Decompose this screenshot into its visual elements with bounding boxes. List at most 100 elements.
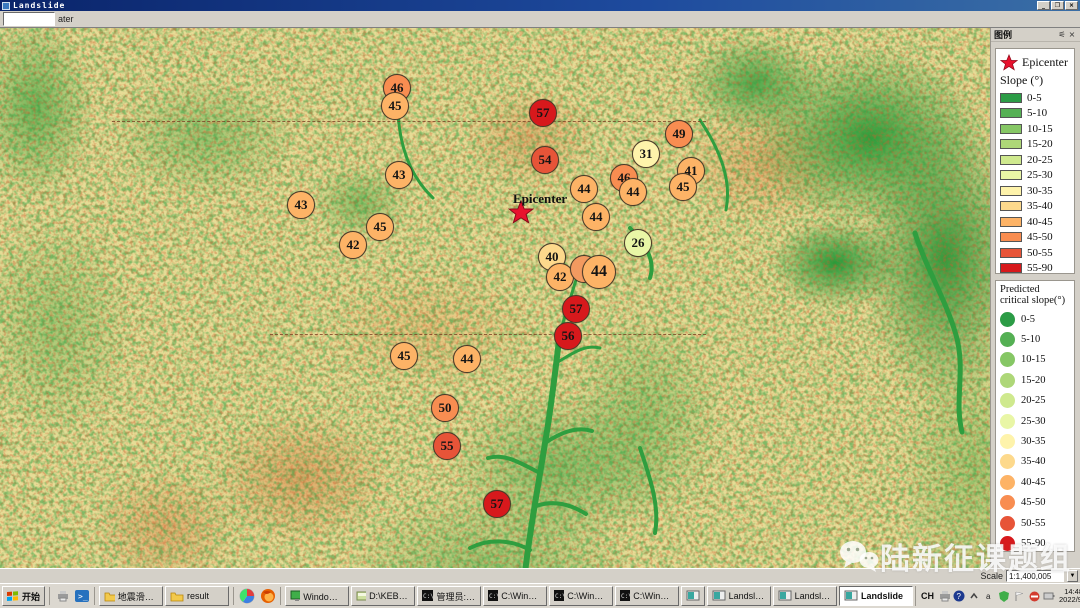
slope-point[interactable]: 57 — [562, 295, 590, 323]
legend-panel-titlebar[interactable]: 图例 ⚟ × — [991, 28, 1080, 42]
predicted-class-label: 15-20 — [1021, 375, 1046, 386]
predicted-color-circle — [1000, 373, 1015, 388]
slope-color-swatch — [1000, 93, 1022, 103]
start-button[interactable]: 开始 — [2, 586, 45, 606]
window-titlebar[interactable]: Landslide _ ❐ × — [0, 0, 1080, 11]
slope-legend-rows: 0-55-1010-1515-2020-2525-3030-3535-4040-… — [1000, 90, 1070, 276]
taskbar-button[interactable]: C:\C:\Windows... — [549, 586, 613, 606]
slope-point[interactable]: 31 — [632, 140, 660, 168]
predicted-legend-row: 0-5 — [1000, 309, 1070, 329]
taskbar-button[interactable]: 地震滑坡计... — [99, 586, 163, 606]
slope-point[interactable]: 44 — [582, 255, 616, 289]
clock[interactable]: 14:48 2022/9/5 — [1059, 588, 1080, 605]
taskbar-button[interactable]: C:\C:\Windows... — [615, 586, 679, 606]
slope-point[interactable]: 56 — [554, 322, 582, 350]
slope-legend-row: 15-20 — [1000, 137, 1070, 153]
taskbar-button[interactable]: Landslide — [839, 586, 913, 606]
slope-point[interactable]: 55 — [433, 432, 461, 460]
slope-point[interactable]: 44 — [570, 175, 598, 203]
slope-class-label: 10-15 — [1027, 123, 1053, 135]
slope-point[interactable]: 57 — [529, 99, 557, 127]
pin-icon[interactable]: ⚟ — [1057, 30, 1067, 39]
windows-flag-icon — [7, 591, 19, 602]
taskbar-icon-button[interactable] — [681, 586, 705, 606]
taskbar-separator — [280, 587, 281, 605]
predicted-legend-row: 5-10 — [1000, 329, 1070, 349]
battery-tray-icon[interactable] — [1043, 590, 1055, 602]
predicted-color-circle — [1000, 516, 1015, 531]
slope-point[interactable]: 44 — [619, 178, 647, 206]
close-button[interactable]: × — [1065, 1, 1078, 10]
printer-quicklaunch-icon[interactable] — [54, 588, 71, 605]
slope-color-swatch — [1000, 201, 1022, 211]
slope-point[interactable]: 45 — [669, 173, 697, 201]
slope-legend-row: 45-50 — [1000, 230, 1070, 246]
predicted-class-label: 10-15 — [1021, 354, 1046, 365]
slope-legend-box: Epicenter Slope (°) 0-55-1010-1515-2020-… — [995, 48, 1075, 274]
taskbar-button[interactable]: Landslide — [773, 586, 837, 606]
predicted-legend-row: 40-45 — [1000, 472, 1070, 492]
slope-point[interactable]: 45 — [381, 92, 409, 120]
slope-point[interactable]: 43 — [385, 161, 413, 189]
predicted-class-label: 25-30 — [1021, 416, 1046, 427]
app-icon — [2, 2, 10, 10]
chevron-tray-icon[interactable] — [968, 590, 980, 602]
printer-tray-icon[interactable] — [938, 590, 950, 602]
slope-point[interactable]: 26 — [624, 229, 652, 257]
map-canvas[interactable]: Epicenter 464543434542575444464444404244… — [0, 28, 990, 568]
slope-color-swatch — [1000, 248, 1022, 258]
watermark: 陆新征课题组 — [838, 534, 1072, 578]
help-tray-icon[interactable]: ? — [953, 590, 965, 602]
taskbar-button[interactable]: Landslide — [707, 586, 771, 606]
firefox-launcher-icon[interactable] — [259, 588, 276, 605]
panel-close-icon[interactable]: × — [1067, 30, 1077, 39]
predicted-class-label: 20-25 — [1021, 395, 1046, 406]
predicted-color-circle — [1000, 312, 1015, 327]
slope-point[interactable]: 44 — [453, 345, 481, 373]
taskbar-button[interactable]: C:\C:\Windows... — [483, 586, 547, 606]
slope-legend-row: 55-90 — [1000, 261, 1070, 277]
taskbar-button[interactable]: C:\管理员: C:... — [417, 586, 481, 606]
taskbar-separator — [49, 587, 50, 605]
slope-point[interactable]: 43 — [287, 191, 315, 219]
taskbar-button[interactable]: Windows 任... — [285, 586, 349, 606]
predicted-class-label: 0-5 — [1021, 314, 1035, 325]
predicted-legend-row: 10-15 — [1000, 350, 1070, 370]
tricolor-launcher-icon[interactable] — [238, 588, 255, 605]
slope-point[interactable]: 54 — [531, 146, 559, 174]
powershell-quicklaunch-icon[interactable]: >_ — [73, 588, 90, 605]
minimize-button[interactable]: _ — [1037, 1, 1050, 10]
flag-tray-icon[interactable] — [1013, 590, 1025, 602]
slope-class-label: 40-45 — [1027, 216, 1053, 228]
maximize-button[interactable]: ❐ — [1051, 1, 1064, 10]
layer-combo-input[interactable] — [3, 12, 55, 26]
slope-legend-row: 0-5 — [1000, 90, 1070, 106]
slope-point[interactable]: 44 — [582, 203, 610, 231]
slope-point[interactable]: 42 — [339, 231, 367, 259]
slope-point[interactable]: 45 — [366, 213, 394, 241]
taskbar-button[interactable]: result — [165, 586, 229, 606]
slope-color-swatch — [1000, 139, 1022, 149]
slope-legend-row: 20-25 — [1000, 152, 1070, 168]
slope-class-label: 15-20 — [1027, 138, 1053, 150]
taskbar-separator — [233, 587, 234, 605]
slope-point[interactable]: 49 — [665, 120, 693, 148]
slope-legend-row: 10-15 — [1000, 121, 1070, 137]
mute-tray-icon[interactable] — [1028, 590, 1040, 602]
predicted-color-circle — [1000, 393, 1015, 408]
predicted-class-label: 5-10 — [1021, 334, 1040, 345]
legend-epicenter-star-icon — [1000, 54, 1018, 71]
slope-point[interactable]: 45 — [390, 342, 418, 370]
svg-text:?: ? — [957, 592, 962, 601]
taskbar-button[interactable]: D:\KEB-ACT... — [351, 586, 415, 606]
system-tray: CH ? a 14:48 2022/9/5 — [915, 586, 1080, 606]
slope-color-swatch — [1000, 186, 1022, 196]
input-tray-icon[interactable]: a — [983, 590, 995, 602]
slope-point[interactable]: 57 — [483, 490, 511, 518]
shield-tray-icon[interactable] — [998, 590, 1010, 602]
slope-class-label: 20-25 — [1027, 154, 1053, 166]
slope-legend-row: 5-10 — [1000, 106, 1070, 122]
language-indicator[interactable]: CH — [921, 591, 934, 601]
fault-line — [270, 334, 706, 335]
slope-point[interactable]: 50 — [431, 394, 459, 422]
